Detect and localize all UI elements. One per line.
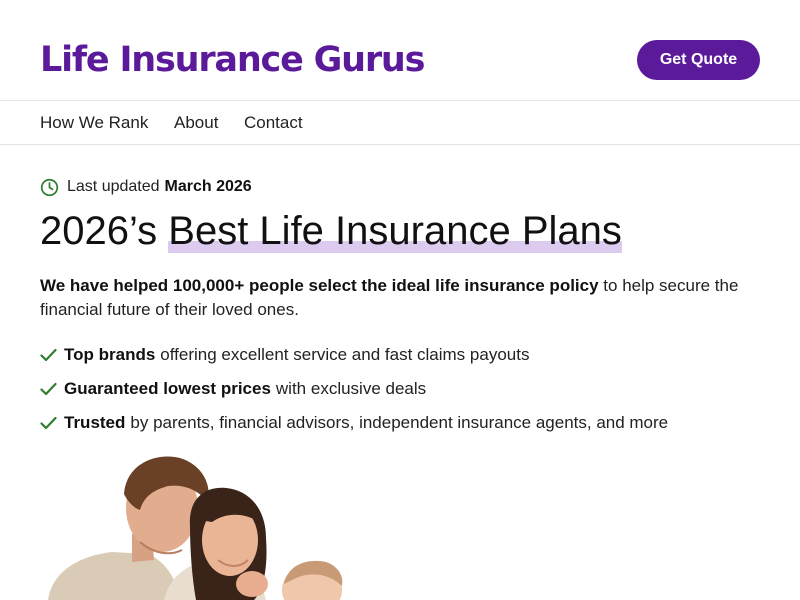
checkmark-icon — [40, 416, 57, 430]
last-updated: Last updated March 2026 — [40, 176, 252, 198]
checkmark-icon — [40, 382, 57, 396]
feature-bold: Guaranteed lowest prices — [64, 379, 271, 398]
page-headline: 2026’s Best Life Insurance Plans — [40, 204, 622, 258]
feature-item: Guaranteed lowest prices with exclusive … — [40, 372, 668, 406]
last-updated-date: March 2026 — [164, 178, 252, 195]
nav-link-contact[interactable]: Contact — [244, 101, 303, 144]
feature-bold: Top brands — [64, 345, 156, 364]
nav-link-about[interactable]: About — [174, 101, 218, 144]
site-logo[interactable]: Life Insurance Gurus — [40, 36, 425, 84]
family-photo — [40, 450, 370, 600]
site-header: Life Insurance Gurus Get Quote — [0, 0, 800, 101]
feature-list: Top brands offering excellent service an… — [40, 338, 668, 440]
feature-text: by parents, financial advisors, independ… — [130, 413, 669, 432]
feature-item: Top brands offering excellent service an… — [40, 338, 668, 372]
clock-icon — [40, 178, 59, 196]
headline-highlight: Best Life Insurance Plans — [168, 209, 622, 253]
nav-link-how-we-rank[interactable]: How We Rank — [40, 101, 148, 144]
feature-text: with exclusive deals — [275, 379, 427, 398]
last-updated-label: Last updated — [67, 178, 160, 195]
feature-text: offering excellent service and fast clai… — [160, 345, 530, 364]
intro-text: We have helped 100,000+ people select th… — [40, 274, 770, 322]
feature-item: Trusted by parents, financial advisors, … — [40, 406, 668, 440]
intro-bold: We have helped 100,000+ people select th… — [40, 276, 599, 295]
main-nav: How We Rank About Contact — [0, 101, 800, 145]
headline-year: 2026’s — [40, 209, 158, 253]
checkmark-icon — [40, 348, 57, 362]
feature-bold: Trusted — [64, 413, 126, 432]
get-quote-button[interactable]: Get Quote — [637, 40, 760, 80]
